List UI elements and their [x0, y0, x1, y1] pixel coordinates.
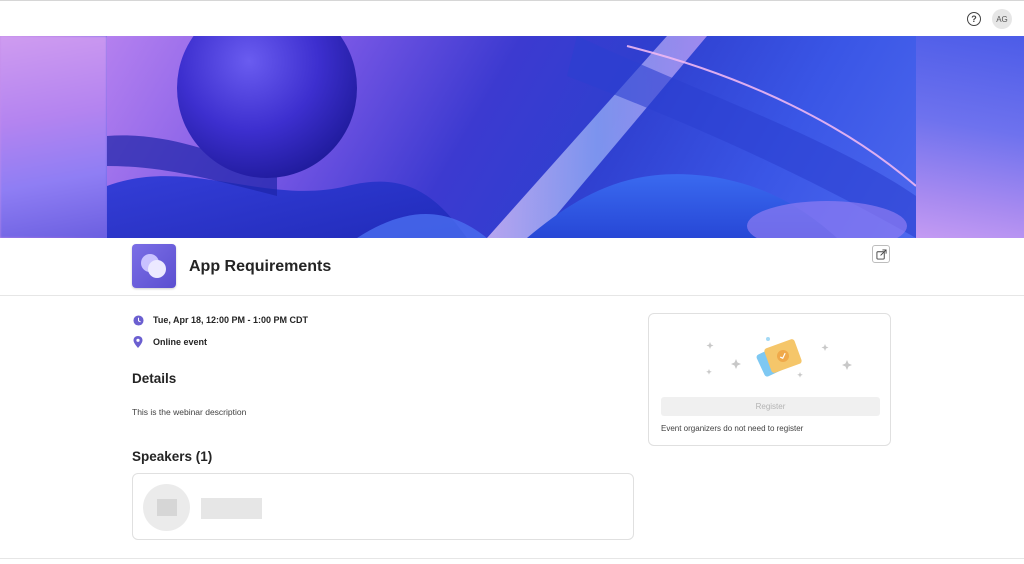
registration-card: Register Event organizers do not need to… [648, 313, 891, 446]
register-note: Event organizers do not need to register [661, 424, 804, 433]
help-icon[interactable]: ? [967, 12, 981, 26]
location-text: Online event [153, 337, 208, 347]
event-header: App Requirements [0, 238, 1024, 296]
clock-icon [132, 314, 144, 326]
event-banner [0, 36, 1024, 238]
event-location: Online event [132, 336, 207, 348]
ticket-illustration-icon [706, 337, 852, 378]
speaker-avatar [143, 484, 190, 531]
speaker-name-placeholder [201, 498, 262, 519]
location-pin-icon [132, 336, 144, 348]
speaker-card[interactable] [132, 473, 634, 540]
event-app-icon [132, 244, 176, 288]
datetime-text: Tue, Apr 18, 12:00 PM - 1:00 PM CDT [153, 315, 309, 325]
speakers-heading: Speakers (1) [132, 449, 213, 464]
banner-right-blur [916, 36, 1024, 238]
event-datetime: Tue, Apr 18, 12:00 PM - 1:00 PM CDT [132, 314, 308, 326]
top-bar: ? AG [0, 0, 1024, 36]
footer-divider [0, 558, 1024, 559]
banner-left-blur [0, 36, 107, 238]
register-button[interactable]: Register [661, 397, 880, 416]
event-title: App Requirements [189, 258, 332, 275]
event-description: This is the webinar description [132, 407, 247, 417]
banner-image [107, 36, 916, 238]
details-heading: Details [132, 371, 177, 386]
user-avatar[interactable]: AG [992, 9, 1012, 29]
share-icon[interactable] [872, 245, 890, 263]
